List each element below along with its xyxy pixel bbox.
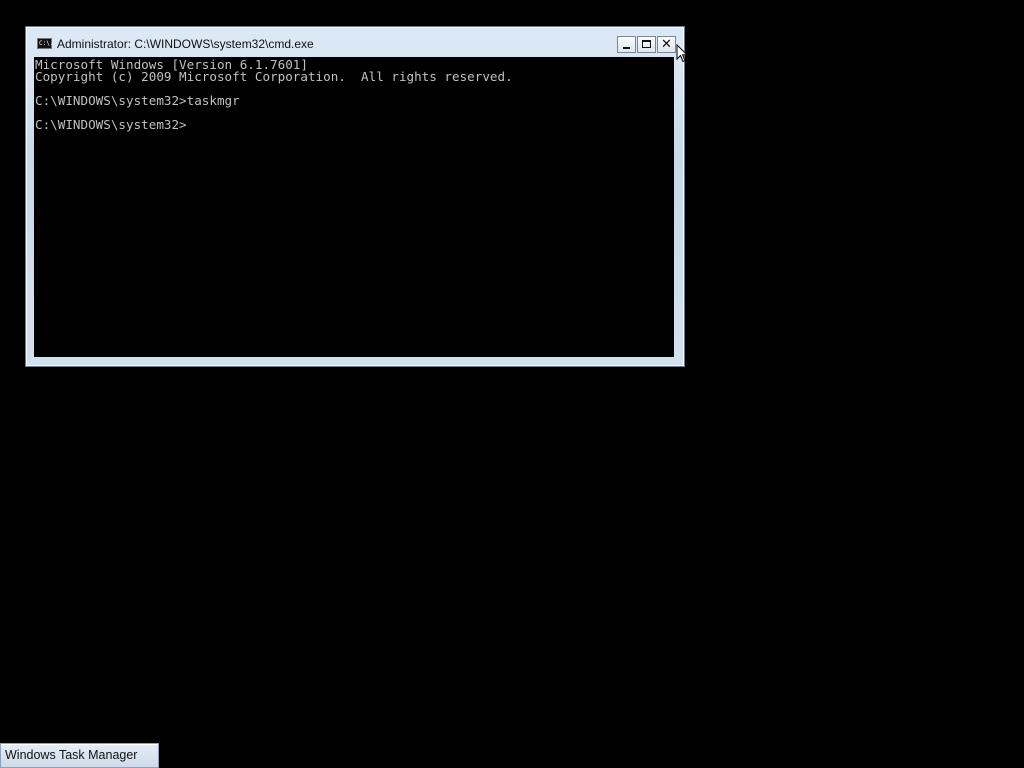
taskbar-item-label: Windows Task Manager	[5, 748, 138, 762]
close-button[interactable]: ✕	[657, 36, 676, 53]
maximize-icon	[642, 40, 651, 48]
maximize-button[interactable]	[637, 36, 656, 53]
minimize-icon	[623, 47, 630, 49]
cmd-icon[interactable]: C:\.	[37, 38, 53, 49]
minimize-button[interactable]	[617, 36, 636, 53]
arrow-cursor-icon	[676, 44, 688, 63]
taskbar-item-task-manager[interactable]: Windows Task Manager	[0, 743, 159, 768]
desktop: C:\. Administrator: C:\WINDOWS\system32\…	[0, 0, 1024, 768]
window-title: Administrator: C:\WINDOWS\system32\cmd.e…	[57, 37, 314, 51]
title-bar[interactable]: C:\. Administrator: C:\WINDOWS\system32\…	[30, 31, 680, 55]
console-output[interactable]: Microsoft Windows [Version 6.1.7601] Cop…	[34, 57, 674, 357]
close-icon: ✕	[661, 37, 672, 52]
console-line: C:\WINDOWS\system32>taskmgr	[35, 93, 240, 108]
console-prompt[interactable]: C:\WINDOWS\system32>	[35, 118, 673, 131]
console-line: Copyright (c) 2009 Microsoft Corporation…	[35, 69, 513, 84]
cmd-window[interactable]: C:\. Administrator: C:\WINDOWS\system32\…	[25, 26, 685, 367]
